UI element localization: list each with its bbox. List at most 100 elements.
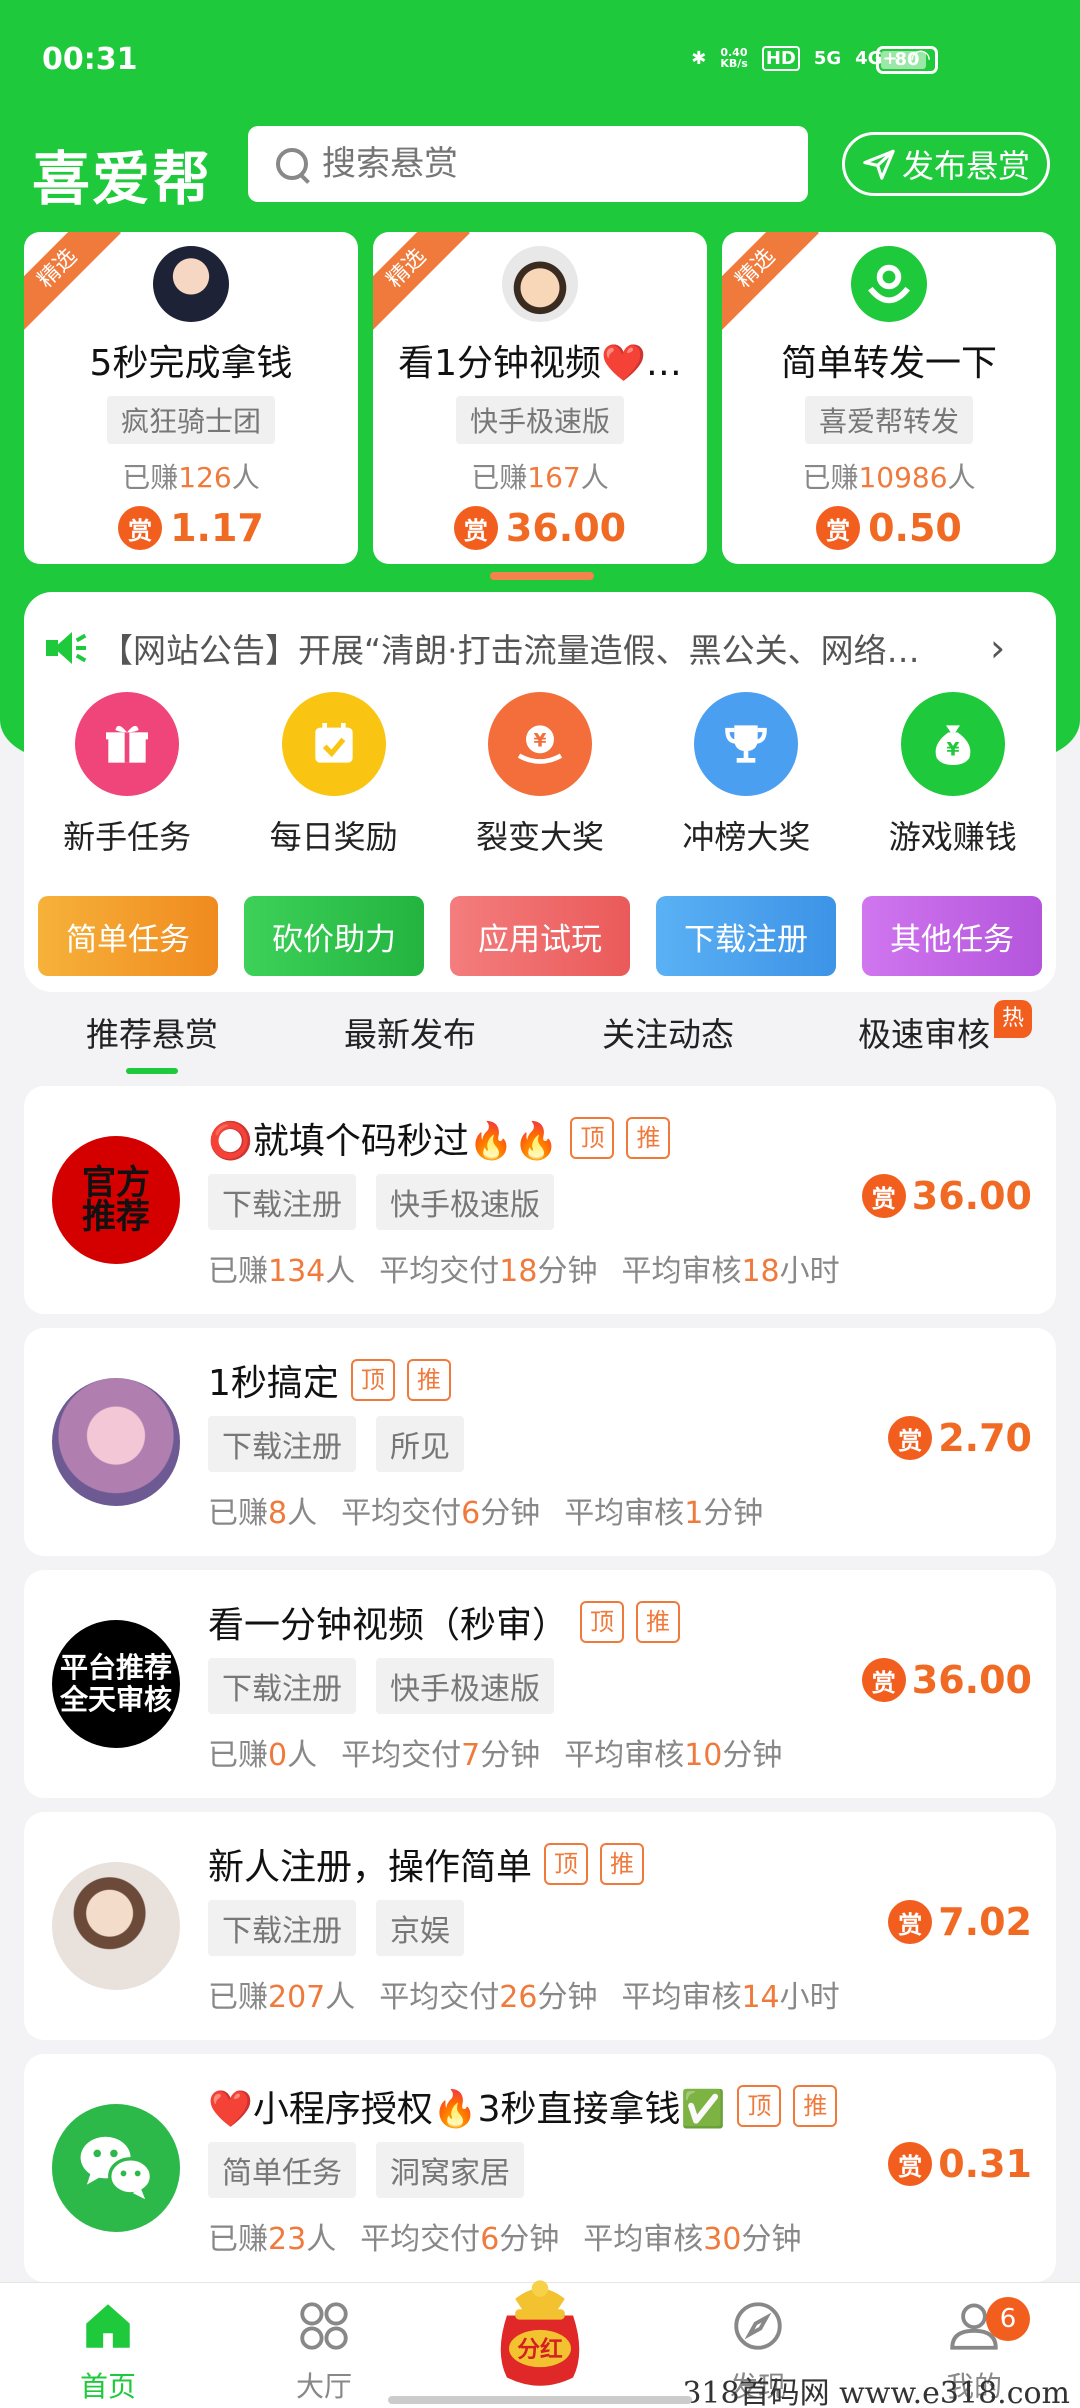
icon-label: 游戏赚钱 (888, 818, 1017, 856)
reward-icon: 赏 (888, 1900, 933, 1944)
task-tag: 下载注册 (208, 1658, 356, 1714)
app-header: 喜爱帮 发布悬赏 (0, 126, 1080, 213)
task-reward: 赏 0.31 (888, 2142, 1032, 2186)
featured-card[interactable]: 精选 看1分钟视频❤️… 快手极速版 已赚167人 赏 36.00 (373, 232, 707, 564)
chevron-right-icon: › (990, 626, 1006, 670)
compass-icon (734, 2302, 782, 2350)
search-icon (272, 144, 312, 184)
task-stats: 已赚8人 平均交付6分钟 平均审核1分钟 (208, 1496, 764, 1531)
referral-prize-entry[interactable]: ¥ 裂变大奖 (450, 692, 630, 858)
app-logo: 喜爱帮 (32, 145, 213, 213)
featured-reward: 赏 36.00 (373, 506, 707, 550)
featured-tag: 疯狂骑士团 (106, 396, 275, 444)
watermark: 318首码网 www.e318.com (682, 2376, 1070, 2408)
reward-icon: 赏 (453, 506, 498, 550)
svg-text:¥: ¥ (946, 740, 959, 761)
daily-reward-entry[interactable]: 每日奖励 (244, 692, 424, 858)
calendar-check-icon (281, 692, 386, 796)
status-bar: 00:31 ✱ 0.40 KB/s HD 5G 4G+ ◠ 80 (0, 0, 1080, 120)
reward-icon: 赏 (888, 2142, 933, 2186)
reward-tabs: 推荐悬赏 最新发布 关注动态 极速审核 热 (0, 1000, 1080, 1080)
task-stats: 已赚0人 平均交付7分钟 平均审核10分钟 (208, 1738, 783, 1773)
task-tag: 简单任务 (208, 2142, 356, 2198)
task-tag: 下载注册 (208, 1900, 356, 1956)
task-reward: 赏 7.02 (888, 1900, 1032, 1944)
hd-icon: HD (761, 45, 800, 71)
reward-icon: 赏 (888, 1416, 933, 1460)
avatar (52, 1378, 180, 1506)
bluetooth-icon: ✱ (691, 47, 707, 69)
announcement-text: 【网站公告】开展“清朗·打击流量造假、黑公关、网络… (100, 631, 920, 670)
publish-reward-button[interactable]: 发布悬赏 (842, 132, 1050, 196)
ranking-prize-entry[interactable]: 冲榜大奖 (656, 692, 836, 858)
task-card[interactable]: 新人注册，操作简单顶推 下载注册 京娱 已赚207人 平均交付26分钟 平均审核14小… (24, 1812, 1056, 2040)
category-download-register[interactable]: 下载注册 (656, 896, 836, 976)
nav-home[interactable]: 首页 (38, 2297, 178, 2405)
speaker-icon (44, 628, 90, 668)
send-icon (863, 149, 895, 180)
carousel-indicator (490, 572, 594, 580)
search-bar[interactable] (248, 126, 808, 202)
wechat-icon (52, 2104, 180, 2232)
top-badge: 顶 (350, 1359, 395, 1401)
task-card[interactable]: 平台推荐 全天审核 看一分钟视频（秒审）顶推 下载注册 快手极速版 已赚0人 平均交… (24, 1570, 1056, 1798)
feature-icons: 新手任务 每日奖励 ¥ 裂变大奖 冲榜大奖 ¥ 游戏赚钱 (24, 692, 1056, 858)
recommend-badge: 推 (406, 1359, 451, 1401)
task-title: 新人注册，操作简单顶推 (208, 1838, 645, 1890)
top-badge: 顶 (544, 1843, 589, 1885)
newbie-task-entry[interactable]: 新手任务 (37, 692, 217, 858)
task-card[interactable]: ❤️小程序授权🔥3秒直接拿钱✅ 顶推 简单任务 洞窝家居 已赚23人 平均交付6分钟平… (24, 2054, 1056, 2282)
top-badge: 顶 (570, 1117, 615, 1159)
game-earn-entry[interactable]: ¥ 游戏赚钱 (863, 692, 1043, 858)
task-tag: 快手极速版 (376, 1174, 554, 1230)
category-bargain[interactable]: 砍价助力 (244, 896, 424, 976)
featured-title: 简单转发一下 (780, 343, 997, 384)
lucky-bag-icon: 分红 (500, 2280, 580, 2386)
gift-icon (75, 692, 180, 796)
category-other[interactable]: 其他任务 (862, 896, 1042, 976)
avatar (153, 246, 229, 322)
task-card[interactable]: 1秒搞定顶推 下载注册 所见 已赚8人 平均交付6分钟 平均审核1分钟 赏 2.70 (24, 1328, 1056, 1556)
featured-ribbon: 精选 (373, 232, 470, 332)
task-title: ⭕就填个码秒过🔥🔥 顶推 (208, 1112, 671, 1164)
tab-following[interactable]: 关注动态 (602, 1008, 734, 1056)
tab-fast-review[interactable]: 极速审核 (858, 1008, 990, 1056)
nav-hall[interactable]: 大厅 (254, 2297, 394, 2405)
home-icon (86, 2304, 130, 2348)
tab-recommended[interactable]: 推荐悬赏 (86, 1008, 218, 1074)
money-bag-icon: ¥ (900, 692, 1005, 796)
net-speed: 0.40 KB/s (720, 46, 748, 70)
task-card[interactable]: 官方 推荐 ⭕就填个码秒过🔥🔥 顶推 下载注册 快手极速版 已赚134人 平均交付18… (24, 1086, 1056, 1314)
publish-label: 发布悬赏 (901, 147, 1030, 185)
featured-card[interactable]: 精选 5秒完成拿钱 疯狂骑士团 已赚126人 赏 1.17 (24, 232, 358, 564)
task-tag: 下载注册 (208, 1416, 356, 1472)
battery-level: 80 (894, 49, 920, 70)
reward-icon: 赏 (861, 1174, 906, 1218)
task-tag: 洞窝家居 (376, 2142, 524, 2198)
announcement-bar[interactable]: 【网站公告】开展“清朗·打击流量造假、黑公关、网络… › (24, 592, 1056, 704)
task-tags: 下载注册 快手极速版 (208, 1174, 554, 1230)
icon-label: 冲榜大奖 (682, 818, 811, 856)
task-tag: 下载注册 (208, 1174, 356, 1230)
search-input[interactable] (322, 144, 782, 184)
task-title: 1秒搞定顶推 (208, 1354, 451, 1406)
featured-earned: 已赚167人 (471, 461, 609, 494)
category-app-trial[interactable]: 应用试玩 (450, 896, 630, 976)
featured-card[interactable]: 精选 简单转发一下 喜爱帮转发 已赚10986人 赏 0.50 (722, 232, 1056, 564)
battery-icon: 80 (876, 46, 938, 74)
tab-latest[interactable]: 最新发布 (344, 1008, 476, 1056)
task-tags: 下载注册 所见 (208, 1416, 464, 1472)
featured-tag: 喜爱帮转发 (804, 396, 973, 444)
status-time: 00:31 (42, 42, 138, 77)
reward-icon: 赏 (118, 506, 163, 550)
icon-label: 裂变大奖 (475, 818, 604, 856)
task-reward: 赏 36.00 (861, 1658, 1032, 1702)
category-simple-task[interactable]: 简单任务 (38, 896, 218, 976)
task-stats: 已赚207人 平均交付26分钟 平均审核14小时 (208, 1980, 840, 2015)
nav-dividend-button[interactable]: 分红 (478, 2270, 602, 2394)
recommend-badge: 推 (626, 1117, 671, 1159)
avatar: 官方 推荐 (52, 1136, 180, 1264)
icon-label: 新手任务 (63, 818, 192, 856)
signal-5g-icon: 5G (813, 47, 842, 69)
task-tag: 所见 (376, 1416, 464, 1472)
